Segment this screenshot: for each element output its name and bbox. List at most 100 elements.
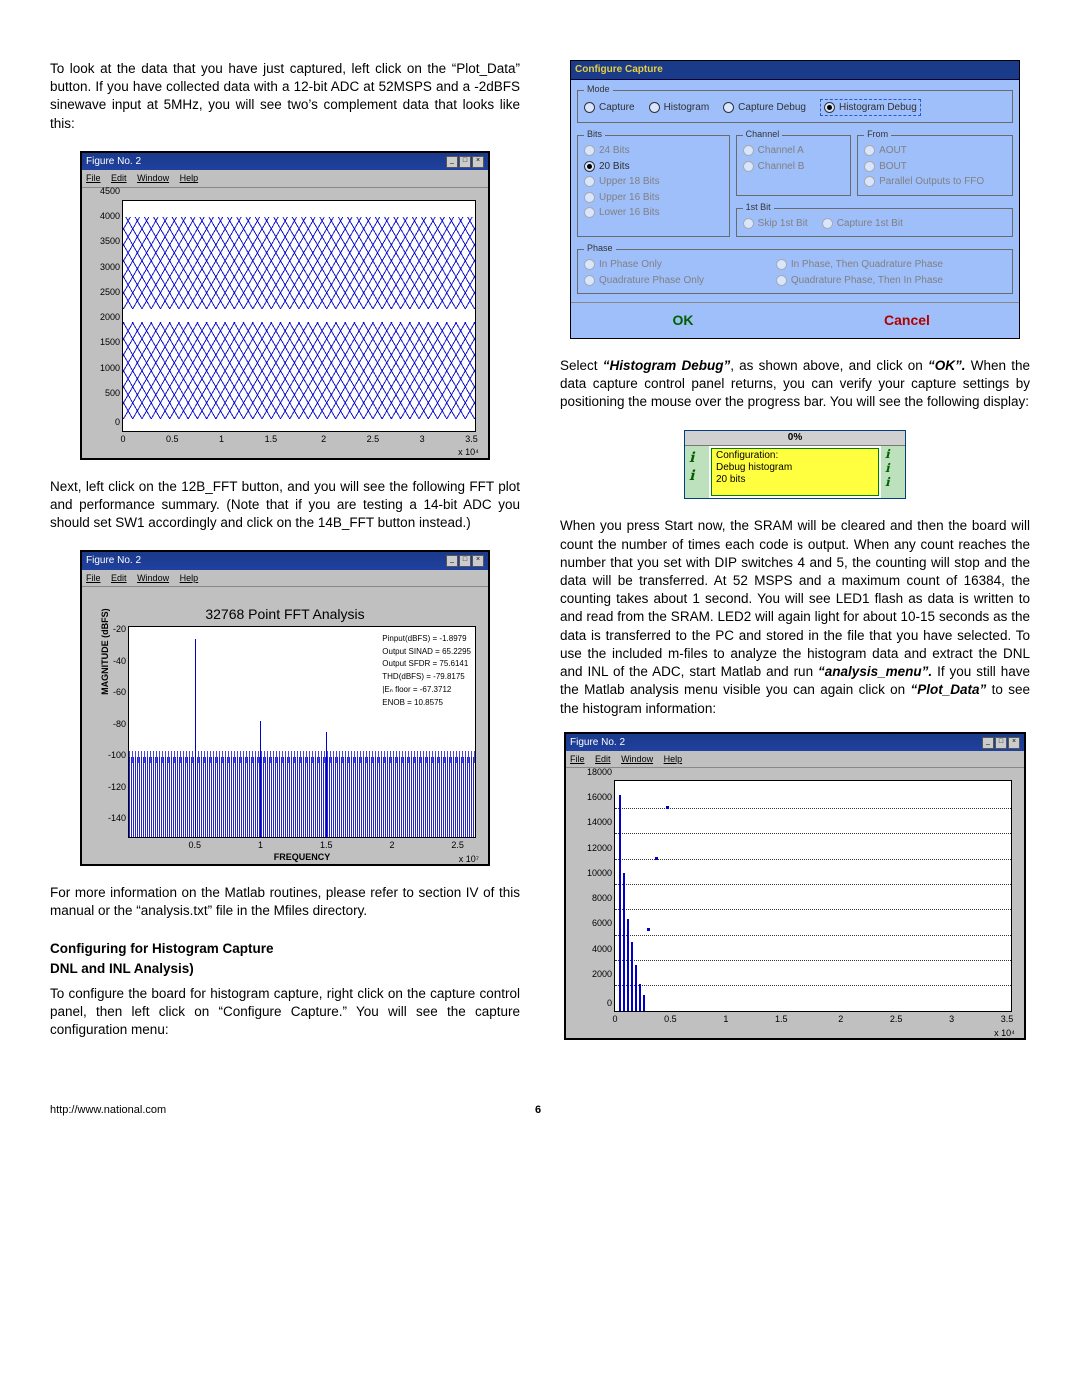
radio-label: Parallel Outputs to FFO: [879, 175, 984, 189]
radio-parallel[interactable]: Parallel Outputs to FFO: [864, 175, 1006, 189]
radio-capture-first[interactable]: Capture 1st Bit: [822, 217, 903, 231]
menu-file[interactable]: File: [86, 573, 101, 583]
close-icon[interactable]: ×: [472, 555, 484, 567]
radio-channel-a[interactable]: Channel A: [743, 144, 844, 158]
maximize-icon[interactable]: □: [459, 156, 471, 168]
metric: |Eₙ floor = -67.3712: [382, 684, 471, 697]
menu-edit[interactable]: Edit: [595, 754, 611, 764]
ytick: -140: [108, 812, 129, 824]
fundamental-peak: [195, 639, 196, 836]
close-icon[interactable]: ×: [472, 156, 484, 168]
radio-histogram-debug[interactable]: Histogram Debug: [820, 99, 921, 117]
xtick: 0: [612, 1011, 617, 1025]
minimize-icon[interactable]: _: [982, 737, 994, 749]
menubar[interactable]: File Edit Window Help: [82, 170, 488, 187]
menu-edit[interactable]: Edit: [111, 173, 127, 183]
radio-channel-b[interactable]: Channel B: [743, 160, 844, 174]
group-label: Mode: [584, 83, 613, 95]
radio-aout[interactable]: AOUT: [864, 144, 1006, 158]
paragraph: To look at the data that you have just c…: [50, 60, 520, 133]
hist-bar: [635, 965, 637, 1011]
window-title: Figure No. 2: [86, 554, 141, 568]
page-number: 6: [535, 1103, 541, 1118]
radio-quad-then-inphase[interactable]: Quadrature Phase, Then In Phase: [776, 274, 1006, 288]
radio-bout[interactable]: BOUT: [864, 160, 1006, 174]
close-icon[interactable]: ×: [1008, 737, 1020, 749]
text-em: “analysis_menu”.: [818, 664, 932, 679]
group-label: Channel: [743, 128, 783, 140]
ytick: 2000: [100, 311, 123, 323]
radio-inphase-only[interactable]: In Phase Only: [584, 258, 776, 272]
ok-button[interactable]: OK: [571, 303, 795, 338]
ytick: 8000: [592, 892, 615, 904]
hist-dot: [666, 806, 669, 809]
footer-url: http://www.national.com: [50, 1103, 166, 1118]
tooltip-line: Configuration:: [716, 450, 874, 462]
signal-lower: [123, 322, 475, 419]
xtick: 3: [420, 431, 425, 445]
maximize-icon[interactable]: □: [459, 555, 471, 567]
radio-capture[interactable]: Capture: [584, 99, 635, 117]
harmonic-peak: [326, 732, 327, 837]
radio-histogram[interactable]: Histogram: [649, 99, 710, 117]
dialog-title: Configure Capture: [571, 61, 1019, 80]
menubar[interactable]: File Edit Window Help: [566, 751, 1024, 768]
noise-floor: [129, 757, 475, 837]
ytick: -80: [113, 718, 129, 730]
maximize-icon[interactable]: □: [995, 737, 1007, 749]
menu-help[interactable]: Help: [180, 573, 199, 583]
xtick: 2: [389, 837, 394, 851]
x-exponent: x 10⁴: [994, 1027, 1015, 1039]
ytick: 4500: [100, 185, 123, 197]
ytick: 1500: [100, 336, 123, 348]
ytick: 4000: [592, 943, 615, 955]
xtick: 2.5: [890, 1011, 903, 1025]
menu-file[interactable]: File: [86, 173, 101, 183]
ytick: -60: [113, 686, 129, 698]
radio-inphase-then-quad[interactable]: In Phase, Then Quadrature Phase: [776, 258, 1006, 272]
ytick: 4000: [100, 210, 123, 222]
harmonic-peak: [260, 721, 261, 837]
radio-capture-debug[interactable]: Capture Debug: [723, 99, 806, 117]
radio-skip-first[interactable]: Skip 1st Bit: [743, 217, 808, 231]
radio-upper18[interactable]: Upper 18 Bits: [584, 175, 723, 189]
tooltip-line: Debug histogram: [716, 462, 874, 474]
minimize-icon[interactable]: _: [446, 555, 458, 567]
menu-file[interactable]: File: [570, 754, 585, 764]
cancel-button[interactable]: Cancel: [795, 303, 1019, 338]
menubar[interactable]: File Edit Window Help: [82, 570, 488, 587]
radio-lower16[interactable]: Lower 16 Bits: [584, 206, 723, 220]
hist-bar: [619, 795, 621, 1011]
xtick: 1: [258, 837, 263, 851]
radio-24bits[interactable]: 24 Bits: [584, 144, 723, 158]
group-label: Phase: [584, 242, 616, 254]
info-icon: ℹℹℹ: [881, 446, 905, 499]
radio-20bits[interactable]: 20 Bits: [584, 160, 723, 174]
menu-window[interactable]: Window: [137, 573, 169, 583]
ytick: 14000: [587, 816, 615, 828]
xtick: 0.5: [188, 837, 201, 851]
group-from: From AOUT BOUT Parallel Outputs to FFO: [857, 135, 1013, 196]
x-exponent: x 10⁴: [458, 446, 479, 458]
ytick: 16000: [587, 791, 615, 803]
radio-label: AOUT: [879, 144, 907, 158]
group-mode: Mode Capture Histogram Capture Debug His…: [577, 90, 1013, 124]
menu-window[interactable]: Window: [137, 173, 169, 183]
page-footer: http://www.national.com 6: [50, 1103, 1030, 1118]
ytick: 0: [115, 416, 123, 428]
xtick: 2: [321, 431, 326, 445]
metric: Pinput(dBFS) = -1.8979: [382, 633, 471, 646]
minimize-icon[interactable]: _: [446, 156, 458, 168]
section-heading: Configuring for Histogram Capture: [50, 940, 520, 958]
menu-help[interactable]: Help: [180, 173, 199, 183]
ytick: 0: [607, 997, 615, 1009]
radio-label: Upper 16 Bits: [599, 191, 660, 205]
menu-help[interactable]: Help: [664, 754, 683, 764]
radio-upper16[interactable]: Upper 16 Bits: [584, 191, 723, 205]
hist-bar: [623, 873, 625, 1011]
menu-edit[interactable]: Edit: [111, 573, 127, 583]
menu-window[interactable]: Window: [621, 754, 653, 764]
radio-quad-only[interactable]: Quadrature Phase Only: [584, 274, 776, 288]
radio-label: BOUT: [879, 160, 907, 174]
paragraph: When you press Start now, the SRAM will …: [560, 517, 1030, 717]
